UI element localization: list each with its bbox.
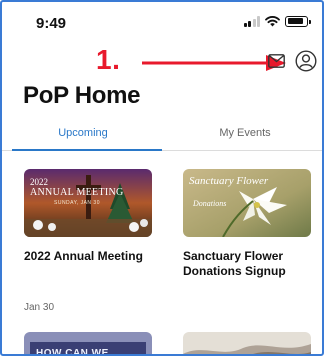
profile-icon[interactable] [295, 50, 317, 72]
tab-my-events[interactable]: My Events [164, 127, 322, 139]
battery-icon [285, 15, 311, 27]
event-title-sanctuary-flower[interactable]: Sanctuary Flower Donations Signup [183, 249, 322, 279]
event-card-image-next[interactable] [183, 332, 311, 354]
phone-screen: 9:49 1. PoP Home Upcoming My Events 2022… [0, 0, 324, 356]
annual-meeting-image-year: 2022 [30, 177, 48, 187]
signal-icon [243, 15, 260, 27]
tab-upcoming[interactable]: Upcoming [2, 127, 164, 139]
status-bar: 9:49 [2, 2, 322, 38]
sanctuary-image-heading: Sanctuary Flower [189, 175, 269, 187]
annual-meeting-image-heading: ANNUAL MEETING [30, 187, 124, 198]
annual-meeting-image-date: SUNDAY, JAN 30 [54, 200, 100, 206]
event-card-image-sanctuary-flower[interactable]: Sanctuary Flower Donations [183, 169, 311, 237]
event-title-annual-meeting[interactable]: 2022 Annual Meeting [24, 249, 164, 264]
wifi-icon [265, 15, 280, 26]
status-time: 9:49 [36, 15, 67, 32]
how-can-we-image-text: HOW CAN WE [36, 348, 109, 356]
mail-icon[interactable] [268, 54, 285, 68]
event-card-image-how-can-we[interactable]: HOW CAN WE [24, 332, 152, 356]
annotation-step-label: 1. [96, 44, 121, 75]
active-tab-indicator [12, 149, 162, 151]
event-card-image-annual-meeting[interactable]: 2022 ANNUAL MEETING SUNDAY, JAN 30 [24, 169, 152, 237]
status-icons [243, 14, 311, 28]
section-date-label: Jan 30 [24, 302, 55, 313]
page-title: PoP Home [23, 82, 141, 109]
sanctuary-image-subheading: Donations [193, 199, 227, 208]
tab-bar: Upcoming My Events [2, 120, 322, 151]
